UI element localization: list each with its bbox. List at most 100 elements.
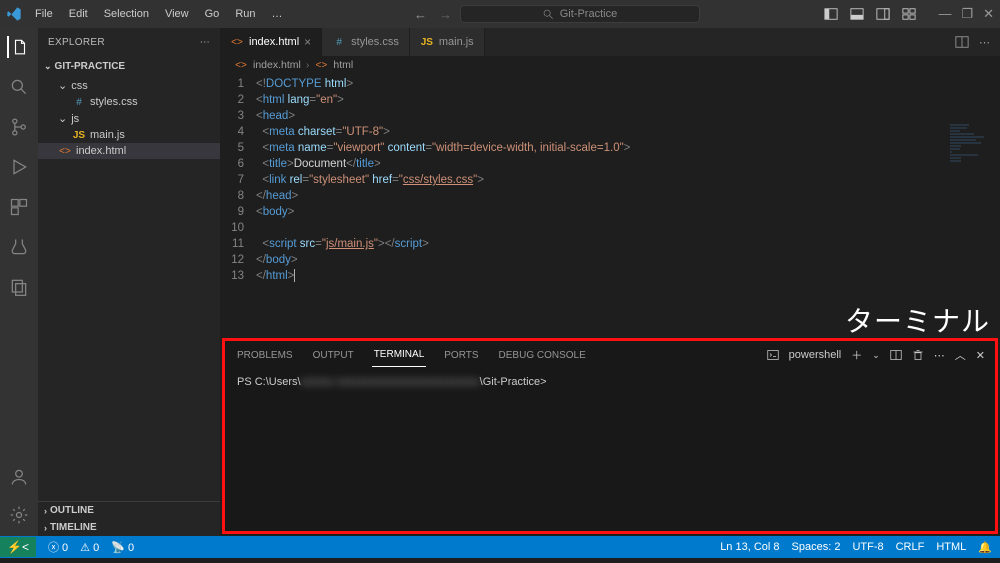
tab-label: index.html [249,36,299,48]
menu-overflow[interactable]: … [265,4,290,24]
status-errors[interactable]: ⓧ 0 [48,539,68,555]
terminal-prompt-redacted: xxxxxx xxxxxxxxxxxxxxxxxxxxxxxxxx [301,376,480,388]
breadcrumb-item[interactable]: html [333,59,353,71]
layout-sidebar-left-icon[interactable] [824,7,838,21]
editor-tabs: <> index.html × # styles.css JS main.js … [220,28,1000,56]
panel-tab-terminal[interactable]: TERMINAL [372,343,427,367]
chevron-down-icon: ⌄ [58,112,67,125]
tab-styles-css[interactable]: # styles.css [322,28,410,56]
chevron-right-icon: › [44,523,47,533]
menu-selection[interactable]: Selection [97,4,156,24]
search-icon [543,9,554,20]
maximize-panel-icon[interactable]: ︿ [955,347,966,363]
breadcrumb-item[interactable]: index.html [253,59,301,71]
html-file-icon: <> [234,60,248,71]
folder-label: css [71,80,88,92]
js-file-icon: JS [420,37,434,48]
panel-more-icon[interactable]: ⋯ [934,349,945,362]
status-eol[interactable]: CRLF [896,541,925,553]
line-numbers: 12345678910111213 [220,74,256,338]
breadcrumb[interactable]: <> index.html › <> html [220,56,1000,74]
explorer-more-icon[interactable]: ⋯ [200,37,210,48]
explorer-sidebar: EXPLORER ⋯ ⌄ GIT-PRACTICE ⌄ css # styles… [38,28,220,536]
timeline-section[interactable]: ›TIMELINE [38,519,220,536]
window-minimize-icon[interactable]: — [938,6,951,22]
timeline-label: TIMELINE [50,522,97,533]
tab-index-html[interactable]: <> index.html × [220,28,322,56]
folder-css[interactable]: ⌄ css [38,77,220,94]
activity-testing-icon[interactable] [8,236,30,258]
activity-accounts-icon[interactable] [8,466,30,488]
file-styles-css[interactable]: # styles.css [38,94,220,110]
explorer-root[interactable]: ⌄ GIT-PRACTICE [38,58,220,75]
folder-js[interactable]: ⌄ js [38,110,220,127]
tab-main-js[interactable]: JS main.js [410,28,485,56]
file-index-html[interactable]: <> index.html [38,143,220,159]
explorer-root-label: GIT-PRACTICE [55,61,126,72]
customize-layout-icon[interactable] [902,7,916,21]
command-center-search[interactable]: Git-Practice [460,5,700,23]
terminal-shell-icon[interactable] [767,349,779,361]
terminal-shell-label[interactable]: powershell [789,349,842,361]
notifications-icon[interactable]: 🔔 [978,541,992,554]
file-main-js[interactable]: JS main.js [38,127,220,143]
activity-source-control-icon[interactable] [8,116,30,138]
panel-tab-ports[interactable]: PORTS [442,344,480,367]
status-language[interactable]: HTML [936,541,966,553]
activity-search-icon[interactable] [8,76,30,98]
menu-run[interactable]: Run [228,4,262,24]
status-cursor-position[interactable]: Ln 13, Col 8 [720,541,779,553]
nav-forward-icon[interactable]: → [439,7,452,22]
terminal-body[interactable]: PS C:\Users\xxxxxx xxxxxxxxxxxxxxxxxxxxx… [225,369,995,531]
terminal-panel: PROBLEMS OUTPUT TERMINAL PORTS DEBUG CON… [222,338,998,534]
status-radio[interactable]: 📡 0 [111,541,134,554]
menu-edit[interactable]: Edit [62,4,95,24]
layout-sidebar-right-icon[interactable] [876,7,890,21]
split-editor-icon[interactable] [955,35,969,49]
html-file-icon: <> [230,37,244,48]
chevron-down-icon: ⌄ [44,61,52,72]
window-restore-icon[interactable]: ❐ [961,6,973,22]
chevron-right-icon: › [44,506,47,516]
panel-tab-output[interactable]: OUTPUT [311,344,356,367]
file-label: index.html [76,145,126,157]
layout-panel-icon[interactable] [850,7,864,21]
activity-explorer-icon[interactable] [7,36,29,58]
menu-file[interactable]: File [28,4,60,24]
titlebar: File Edit Selection View Go Run … ← → Gi… [0,0,1000,28]
vscode-logo-icon [6,6,22,22]
tab-close-icon[interactable]: × [304,35,311,49]
file-label: styles.css [90,96,138,108]
menu-view[interactable]: View [158,4,196,24]
menu-bar: File Edit Selection View Go Run … [28,4,290,24]
window-close-icon[interactable]: ✕ [983,6,994,22]
code-editor[interactable]: 12345678910111213 <!DOCTYPE html><html l… [220,74,1000,338]
annotation-label: ターミナル [845,300,990,340]
nav-back-icon[interactable]: ← [414,7,427,22]
panel-tabs: PROBLEMS OUTPUT TERMINAL PORTS DEBUG CON… [225,341,995,369]
split-terminal-icon[interactable] [890,349,902,361]
outline-section[interactable]: ›OUTLINE [38,502,220,519]
tab-label: styles.css [351,36,399,48]
activity-settings-icon[interactable] [8,504,30,526]
activity-run-debug-icon[interactable] [8,156,30,178]
css-file-icon: # [332,37,346,48]
activity-extensions-icon[interactable] [8,196,30,218]
panel-tab-debug-console[interactable]: DEBUG CONSOLE [497,344,588,367]
menu-go[interactable]: Go [198,4,227,24]
panel-tab-problems[interactable]: PROBLEMS [235,344,295,367]
status-bar: ⚡< ⓧ 0 ⚠ 0 📡 0 Ln 13, Col 8 Spaces: 2 UT… [0,536,1000,558]
activity-references-icon[interactable] [8,276,30,298]
minimap[interactable] [950,124,998,184]
editor-more-icon[interactable]: ⋯ [979,36,990,49]
terminal-dropdown-icon[interactable]: ⌄ [872,350,880,361]
new-terminal-icon[interactable]: ＋ [851,347,862,363]
outline-label: OUTLINE [50,505,94,516]
remote-indicator-icon[interactable]: ⚡< [0,537,36,557]
code-content[interactable]: <!DOCTYPE html><html lang="en"><head> <m… [256,74,1000,338]
status-encoding[interactable]: UTF-8 [852,541,883,553]
status-warnings[interactable]: ⚠ 0 [80,541,99,554]
kill-terminal-icon[interactable] [912,349,924,361]
close-panel-icon[interactable]: ✕ [976,349,985,362]
status-indent[interactable]: Spaces: 2 [792,541,841,553]
